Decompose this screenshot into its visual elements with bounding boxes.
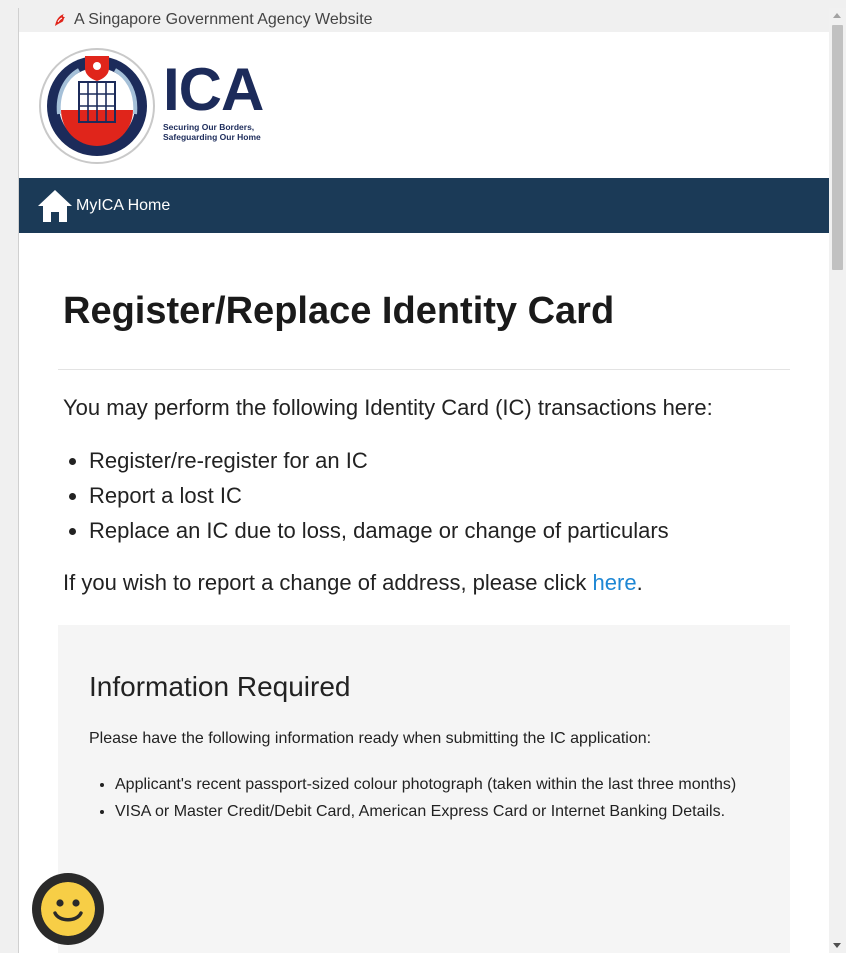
transaction-item: Report a lost IC — [89, 478, 669, 513]
scroll-down-arrow-icon[interactable] — [833, 943, 841, 948]
page: A Singapore Government Agency Website IC… — [19, 8, 829, 953]
ica-crest-logo[interactable] — [39, 44, 159, 169]
info-required-panel: Information Required Please have the fol… — [58, 625, 790, 953]
intro-text: You may perform the following Identity C… — [63, 395, 713, 420]
gov-masthead: A Singapore Government Agency Website — [19, 8, 829, 32]
myica-home-link[interactable]: MyICA Home — [36, 188, 170, 224]
info-required-item: Applicant's recent passport-sized colour… — [115, 771, 755, 798]
masthead-text: A Singapore Government Agency Website — [74, 11, 373, 28]
info-required-item: VISA or Master Credit/Debit Card, Americ… — [115, 798, 755, 825]
transaction-item: Register/re-register for an IC — [89, 443, 669, 478]
myica-home-label: MyICA Home — [76, 196, 171, 214]
info-required-heading: Information Required — [89, 671, 351, 702]
smiley-chat-icon — [41, 882, 95, 936]
transaction-list: Register/re-register for an IC Report a … — [63, 443, 669, 548]
info-required-list: Applicant's recent passport-sized colour… — [89, 771, 755, 825]
vertical-scrollbar[interactable] — [829, 8, 846, 953]
info-required-lead: Please have the following information re… — [89, 730, 652, 747]
change-address-prefix: If you wish to report a change of addres… — [63, 570, 593, 595]
ica-wordmark: ICA Securing Our Borders, Safeguarding O… — [163, 56, 264, 143]
transaction-item: Replace an IC due to loss, damage or cha… — [89, 513, 669, 548]
change-address-link[interactable]: here — [593, 570, 637, 595]
site-header: ICA Securing Our Borders, Safeguarding O… — [19, 32, 829, 178]
top-navbar: MyICA Home — [19, 178, 829, 233]
title-divider — [58, 369, 790, 370]
ica-tagline-line1: Securing Our Borders, — [163, 122, 255, 132]
change-address-text: If you wish to report a change of addres… — [63, 569, 643, 597]
change-address-suffix: . — [636, 570, 643, 595]
chat-assistant-button[interactable] — [32, 873, 104, 945]
ica-tagline-line2: Safeguarding Our Home — [163, 132, 261, 142]
ica-logo-name: ICA — [163, 56, 264, 123]
home-icon — [38, 189, 72, 222]
scroll-up-arrow-icon[interactable] — [833, 13, 841, 18]
scrollbar-thumb[interactable] — [832, 25, 843, 270]
singapore-lion-icon — [55, 14, 65, 26]
page-title: Register/Replace Identity Card — [63, 290, 615, 332]
